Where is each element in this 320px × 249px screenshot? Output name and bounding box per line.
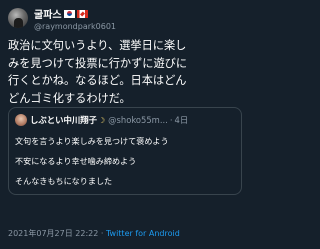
moon-icon: ☽ [98, 115, 106, 125]
quoted-author-display-name: しぶとい中川翔子 [30, 115, 97, 125]
quoted-author-handle: @shoko55m... [108, 115, 168, 125]
author-handle[interactable]: @raymondpark0601 [34, 22, 116, 31]
meta-separator: · [100, 229, 104, 238]
quoted-tweet-header: しぶとい中川翔子 ☽ @shoko55m... · 4日 [15, 113, 235, 127]
tweet-source-link[interactable]: Twitter for Android [106, 229, 180, 238]
author-avatar[interactable] [8, 8, 28, 28]
tweet-timestamp[interactable]: 2021年07月27日 22:22 [8, 229, 98, 238]
dot-separator: · [169, 115, 173, 125]
quoted-author-avatar [15, 114, 27, 126]
quoted-line: 文句を言うより楽しみを見つけて褒めよう [15, 136, 169, 146]
quoted-tweet[interactable]: しぶとい中川翔子 ☽ @shoko55m... · 4日 文句を言うより楽しみを… [8, 107, 242, 195]
ca-flag-icon [76, 9, 88, 18]
tweet-meta: 2021年07月27日 22:22 · Twitter for Android [8, 228, 180, 239]
tweet-header: 굴파스 @raymondpark0601 [8, 6, 242, 36]
tweet-text: 政治に文句いうより、選挙日に楽し みを見つけて投票に行かずに遊びに 行くとかね。… [8, 39, 188, 105]
quoted-line: 不安になるより幸せ噛み締めよう [15, 156, 137, 166]
author-display-name[interactable]: 굴파스 [34, 6, 62, 21]
quoted-line: そんなきもちになりました [15, 176, 113, 186]
author-name-line[interactable]: 굴파스 [34, 6, 88, 21]
kr-flag-icon [63, 9, 75, 18]
quoted-tweet-text: 文句を言うより楽しみを見つけて褒めよう 不安になるより幸せ噛み締めよう そんなきもち… [15, 131, 237, 191]
quoted-tweet-date: 4日 [174, 115, 189, 125]
